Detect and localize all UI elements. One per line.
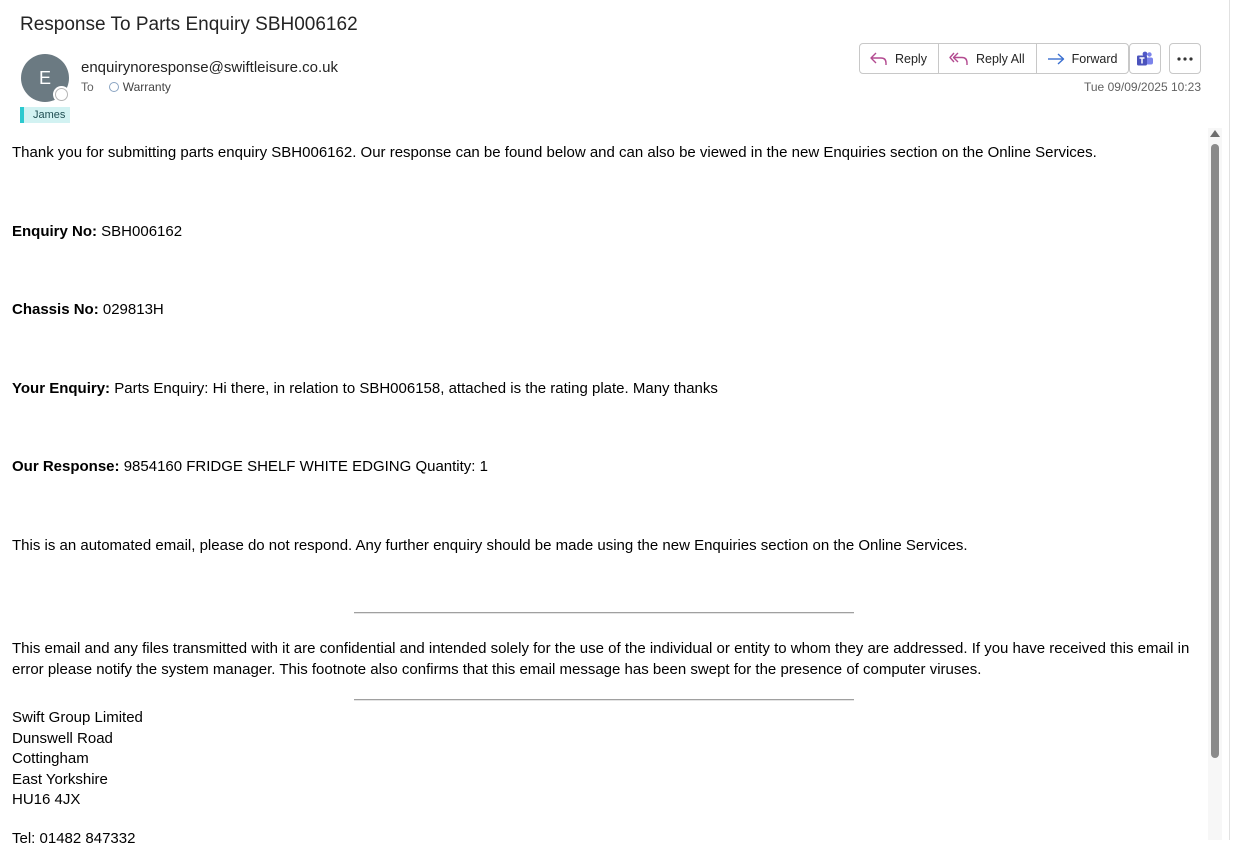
- reply-button[interactable]: Reply: [860, 44, 939, 73]
- our-response-label: Our Response:: [12, 458, 120, 475]
- forward-label: Forward: [1071, 51, 1118, 66]
- forward-button[interactable]: Forward: [1037, 44, 1129, 73]
- telephone-line: Tel: 01482 847332: [12, 830, 136, 847]
- recipient-presence-icon: [108, 82, 119, 92]
- more-options-button[interactable]: [1169, 43, 1201, 74]
- email-subject: Response To Parts Enquiry SBH006162: [20, 14, 358, 35]
- chassis-number-label: Chassis No:: [12, 301, 99, 318]
- chassis-number-value: 029813H: [98, 301, 164, 318]
- reply-all-icon: [949, 52, 968, 65]
- chassis-number-line: Chassis No: 029813H: [12, 299, 164, 320]
- category-tag[interactable]: James: [20, 107, 71, 123]
- address-line: HU16 4JX: [12, 791, 81, 808]
- more-options-icon: [1177, 56, 1193, 61]
- teams-button[interactable]: [1129, 43, 1161, 74]
- enquiry-number-label: Enquiry No:: [12, 223, 97, 240]
- received-datetime: Tue 09/09/2025 10:23: [1084, 80, 1201, 94]
- our-response-line: Our Response: 9854160 FRIDGE SHELF WHITE…: [12, 456, 488, 477]
- address-line: Dunswell Road: [12, 729, 113, 747]
- address-line: Cottingham: [12, 750, 89, 767]
- confidentiality-notice: This email and any files transmitted wit…: [12, 640, 1190, 678]
- your-enquiry-label: Your Enquiry:: [12, 380, 111, 397]
- forward-icon: [1047, 52, 1064, 65]
- our-response-value: 9854160 FRIDGE SHELF WHITE EDGING Quanti…: [119, 458, 488, 475]
- teams-icon: [1137, 51, 1153, 65]
- company-address: Swift Group Limited Dunswell Road Cottin…: [12, 708, 143, 811]
- enquiry-number-value: SBH006162: [97, 223, 183, 240]
- your-enquiry-line: Your Enquiry: Parts Enquiry: Hi there, i…: [12, 378, 718, 399]
- reply-icon: [870, 52, 887, 65]
- pane-border: [1229, 0, 1230, 840]
- scrollbar-thumb[interactable]: [1211, 144, 1219, 758]
- presence-status-icon: [55, 88, 68, 101]
- reply-label: Reply: [895, 51, 927, 66]
- enquiry-number-line: Enquiry No: SBH006162: [12, 221, 182, 242]
- divider: [354, 699, 854, 701]
- sender-address[interactable]: enquirynoresponse@swiftleisure.co.uk: [81, 59, 338, 76]
- to-label: To: [81, 80, 94, 94]
- recipients-line: To Warranty: [81, 80, 171, 94]
- reply-all-label: Reply All: [975, 51, 1025, 66]
- address-line: Swift Group Limited: [12, 709, 143, 726]
- intro-paragraph: Thank you for submitting parts enquiry S…: [12, 144, 1097, 161]
- reply-all-button[interactable]: Reply All: [939, 44, 1037, 73]
- response-actions: Reply Reply All Forward: [859, 43, 1130, 74]
- divider: [354, 612, 854, 614]
- scroll-up-arrow-icon[interactable]: [1210, 130, 1220, 137]
- recipient-name[interactable]: Warranty: [123, 80, 171, 94]
- address-line: East Yorkshire: [12, 770, 108, 788]
- your-enquiry-value: Parts Enquiry: Hi there, in relation to …: [110, 380, 718, 397]
- automated-notice: This is an automated email, please do no…: [12, 537, 968, 554]
